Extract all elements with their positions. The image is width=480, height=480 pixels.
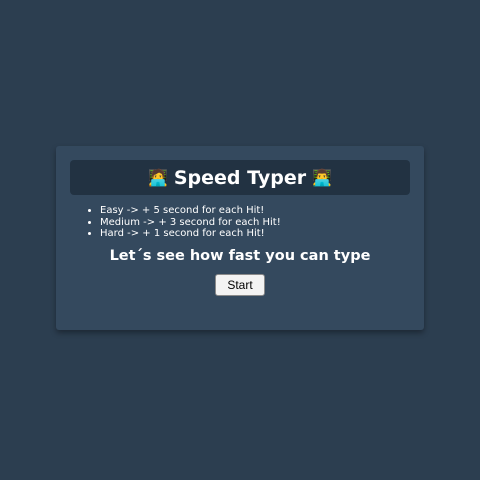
rule-hard: Hard -> + 1 second for each Hit! [100,228,281,240]
page-title: Speed Typer [173,166,307,189]
start-button[interactable]: Start [215,274,265,296]
typing-person-icon: 🧑‍💻 [147,168,168,187]
rule-easy: Easy -> + 5 second for each Hit! [100,205,281,217]
difficulty-rules-list: Easy -> + 5 second for each Hit! Medium … [88,205,281,240]
title-bar: 🧑‍💻 Speed Typer 👨‍💻 [70,160,410,195]
rule-medium: Medium -> + 3 second for each Hit! [100,217,281,229]
typing-man-icon: 👨‍💻 [312,168,333,187]
game-start-panel: 🧑‍💻 Speed Typer 👨‍💻 Easy -> + 5 second f… [56,146,424,330]
tagline: Let´s see how fast you can type [109,248,371,264]
